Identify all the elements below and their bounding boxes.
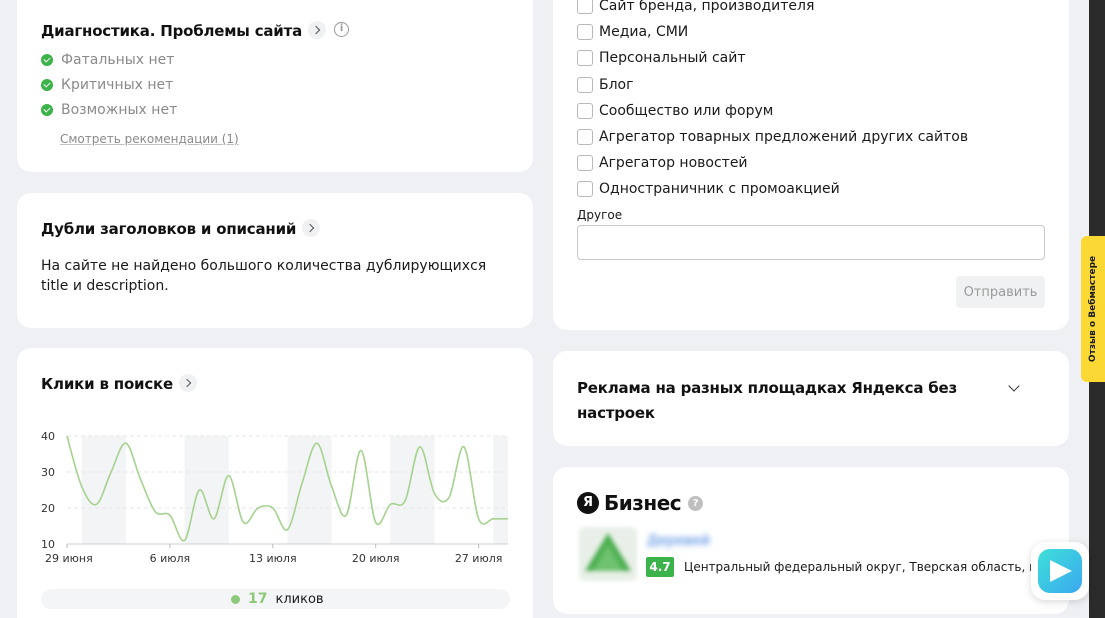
- y-tick-label: 20: [41, 502, 55, 515]
- info-icon[interactable]: i: [334, 22, 350, 37]
- business-logo-text: Бизнес: [604, 491, 682, 515]
- tree-logo-icon: [585, 533, 631, 571]
- diag-critical-label: Критичных нет: [61, 77, 174, 93]
- ads-card[interactable]: Реклама на разных площадках Яндекса без …: [553, 351, 1069, 446]
- site-type-option-label: Сообщество или форум: [599, 102, 774, 119]
- clicks-total-label: кликов: [275, 591, 324, 607]
- check-circle-icon: [41, 54, 53, 66]
- site-type-option-label: Агрегатор новостей: [599, 155, 748, 172]
- other-label: Другое: [577, 208, 623, 222]
- y-tick-label: 40: [41, 430, 55, 443]
- site-type-option[interactable]: Медиа, СМИ: [577, 24, 689, 41]
- clicks-legend-content: 17 кликов: [231, 591, 324, 607]
- diag-fatal: Фатальных нет: [41, 52, 174, 68]
- diagnostics-title-text: Диагностика. Проблемы сайта: [41, 22, 303, 40]
- site-type-option-label: Сайт бренда, производителя: [599, 0, 815, 14]
- business-name[interactable]: Деревей: [647, 533, 710, 549]
- chevron-down-icon[interactable]: [1008, 380, 1020, 392]
- site-type-option[interactable]: Агрегатор новостей: [577, 155, 748, 172]
- recommendations-link[interactable]: Смотреть рекомендации (1): [60, 132, 239, 146]
- weekend-band: [287, 436, 332, 544]
- diag-critical: Критичных нет: [41, 77, 173, 93]
- diagnostics-title[interactable]: Диагностика. Проблемы сайта i: [41, 20, 350, 41]
- site-type-option-label: Медиа, СМИ: [599, 24, 689, 41]
- site-type-option-label: Агрегатор товарных предложений других са…: [599, 129, 969, 145]
- duplicates-title-text: Дубли заголовков и описаний: [41, 220, 297, 238]
- series-dot-icon: [231, 594, 240, 604]
- checkbox[interactable]: [577, 76, 593, 93]
- weekend-band: [493, 436, 508, 544]
- chat-icon: [1038, 549, 1082, 593]
- checkbox[interactable]: [577, 181, 593, 198]
- site-type-option[interactable]: Агрегатор товарных предложений других са…: [577, 129, 968, 145]
- business-thumbnail[interactable]: [579, 527, 637, 581]
- clicks-card: Клики в поиске 40 30 20 10 29 июня 6 июля 13 и…: [17, 348, 533, 618]
- duplicates-text: На сайте не найдено большого количества …: [41, 258, 487, 294]
- site-type-option-label: Одностраничник с промоакцией: [599, 181, 840, 198]
- checkbox[interactable]: [577, 50, 593, 67]
- diag-possible-label: Возможных нет: [61, 102, 178, 118]
- x-tick-label: 27 июля: [455, 552, 503, 565]
- site-type-option[interactable]: Сайт бренда, производителя: [577, 0, 814, 14]
- checkbox[interactable]: [577, 155, 593, 172]
- site-type-option[interactable]: Персональный сайт: [577, 50, 746, 67]
- weekend-band: [390, 436, 435, 544]
- x-tick-label: 20 июля: [352, 552, 400, 565]
- y-tick-label: 10: [41, 538, 55, 551]
- rating-badge: 4.7: [646, 557, 674, 577]
- chat-button[interactable]: [1031, 542, 1089, 600]
- business-card: Я Бизнес ? Деревей 4.7 Центральный федер…: [553, 467, 1069, 614]
- ads-title: Реклама на разных площадках Яндекса без …: [577, 379, 958, 422]
- diagnostics-card: Диагностика. Проблемы сайта i Фатальных н…: [17, 0, 533, 172]
- x-tick-label: 6 июля: [150, 552, 191, 565]
- other-input[interactable]: [577, 225, 1045, 260]
- duplicates-card: Дубли заголовков и описаний На сайте не …: [17, 193, 533, 328]
- business-logo: Я Бизнес ?: [577, 491, 704, 515]
- check-circle-icon: [41, 104, 53, 116]
- chevron-right-icon[interactable]: [308, 20, 327, 39]
- y-tick-label: 30: [41, 466, 55, 479]
- diag-possible: Возможных нет: [41, 102, 177, 118]
- clicks-legend: 17 кликов: [41, 589, 510, 609]
- chevron-right-icon[interactable]: [302, 218, 321, 237]
- checkbox[interactable]: [577, 24, 593, 41]
- site-type-option-label: Персональный сайт: [599, 50, 746, 67]
- x-tick-label: 29 июня: [45, 552, 93, 565]
- site-type-option[interactable]: Одностраничник с промоакцией: [577, 181, 840, 198]
- checkbox[interactable]: [577, 102, 593, 119]
- x-tick-label: 13 июля: [249, 552, 297, 565]
- business-address: Центральный федеральный округ, Тверская …: [684, 560, 1052, 574]
- yandex-logo-icon: Я: [577, 492, 599, 514]
- diag-fatal-label: Фатальных нет: [61, 52, 175, 68]
- site-type-option-label: Блог: [599, 76, 634, 93]
- check-circle-icon: [41, 79, 53, 91]
- clicks-total-value: 17: [248, 591, 268, 607]
- help-icon[interactable]: ?: [688, 495, 704, 511]
- send-button[interactable]: Отправить: [956, 276, 1045, 308]
- checkbox[interactable]: [577, 129, 593, 145]
- checkbox[interactable]: [577, 0, 593, 14]
- site-type-option[interactable]: Сообщество или форум: [577, 102, 774, 119]
- site-type-option[interactable]: Блог: [577, 76, 634, 93]
- site-type-card: Сайт бренда, производителя Медиа, СМИ Перс…: [553, 0, 1069, 330]
- clicks-chart[interactable]: 40 30 20 1029 июня 6 июля 13 июля 20 июля 27 ию…: [17, 348, 533, 584]
- feedback-tab-label: Отзыв о Вебмастере: [1088, 255, 1098, 363]
- feedback-tab[interactable]: Отзыв о Вебмастере: [1081, 236, 1105, 382]
- duplicates-title[interactable]: Дубли заголовков и описаний: [41, 218, 321, 239]
